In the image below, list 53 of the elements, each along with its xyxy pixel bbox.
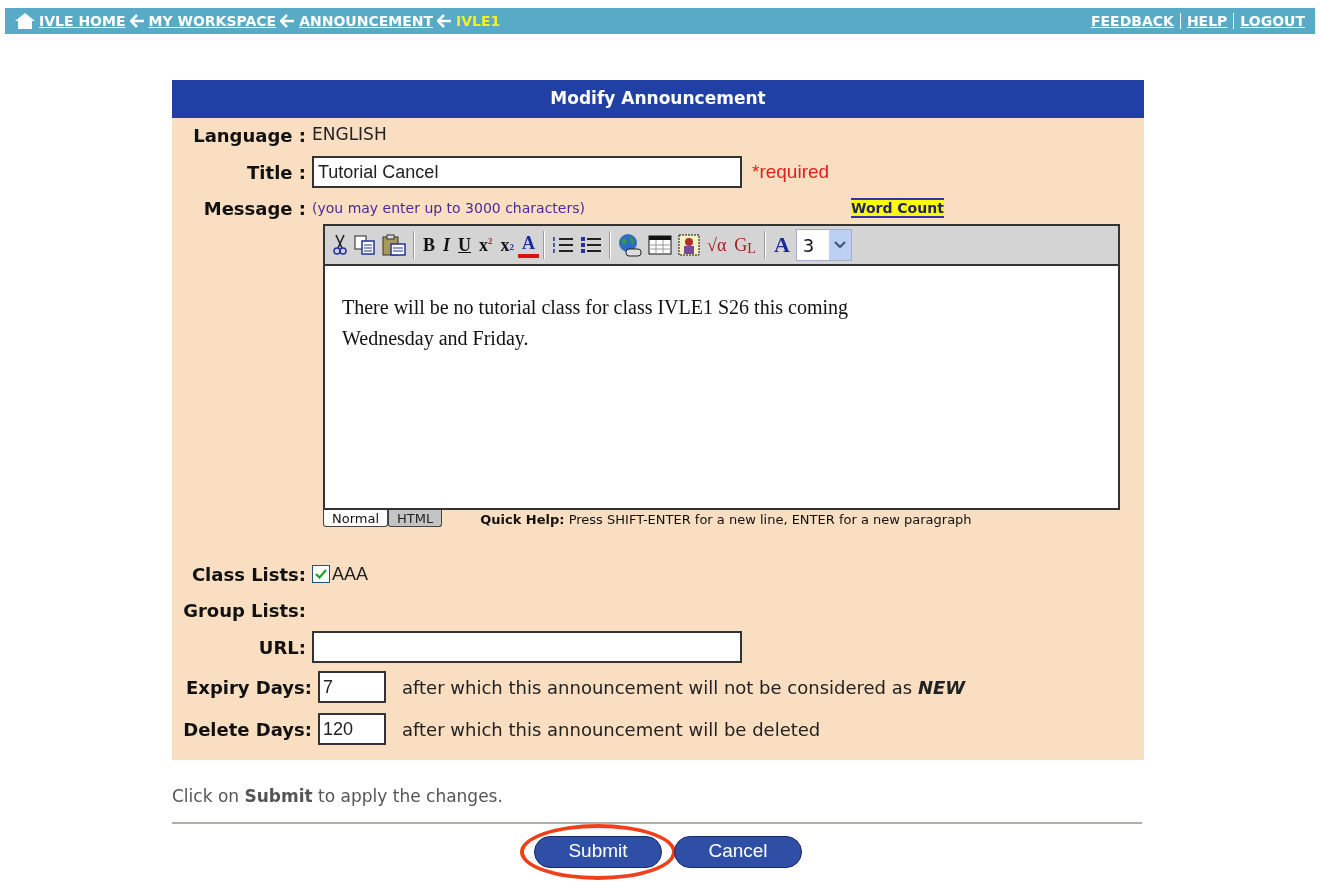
instruction-text: Click on Submit to apply the changes. bbox=[172, 785, 504, 808]
days-field[interactable]: 120 bbox=[318, 713, 386, 745]
field-label: Message : bbox=[203, 196, 306, 221]
home-icon bbox=[15, 13, 35, 29]
field-label: Title : bbox=[247, 160, 306, 185]
image-icon[interactable] bbox=[678, 234, 701, 256]
current-page-label: IVLE1 bbox=[456, 11, 501, 31]
field-label: URL: bbox=[258, 635, 306, 660]
chevron-down-icon bbox=[833, 241, 846, 249]
toolbar-button[interactable]: √α bbox=[703, 232, 731, 258]
toolbar-button[interactable]: I bbox=[439, 232, 455, 258]
word-count-link[interactable]: Word Count bbox=[851, 198, 944, 218]
table-icon[interactable] bbox=[648, 235, 673, 255]
toolbar-button[interactable]: G$_{L}$ bbox=[730, 232, 760, 258]
copy-icon[interactable] bbox=[354, 235, 376, 255]
globe-link-icon[interactable] bbox=[618, 233, 643, 257]
checkbox-label: AAA bbox=[332, 562, 369, 586]
cancel-button[interactable]: Cancel bbox=[674, 835, 802, 868]
field-label: Expiry Days: bbox=[185, 675, 312, 700]
editor-area[interactable]: There will be no tutorial class for class IVLE1 S26 this coming Wednesday and Friday. bbox=[323, 266, 1120, 510]
submit-button[interactable]: Submit bbox=[534, 835, 662, 868]
title-field[interactable]: Tutorial Cancel bbox=[312, 156, 742, 188]
message-text: There will be no tutorial class for class IVLE1 S26 this coming Wednesday and Friday. bbox=[342, 295, 849, 352]
days-note: after which this announcement will not be considered as NEW bbox=[402, 675, 966, 700]
required-note: *required bbox=[752, 159, 830, 184]
toolbar-button[interactable]: A bbox=[518, 232, 540, 258]
bullet-list-icon[interactable] bbox=[580, 235, 603, 255]
font-size-select[interactable]: 3 bbox=[795, 229, 852, 261]
editor-mode-tab[interactable]: Normal bbox=[323, 510, 389, 527]
form-title: Modify Announcement bbox=[550, 87, 766, 111]
back-arrow-icon bbox=[129, 14, 145, 28]
field-label: Delete Days: bbox=[183, 717, 312, 742]
editor-mode-tab[interactable]: HTML bbox=[388, 510, 443, 527]
field-label: Class Lists: bbox=[191, 562, 306, 587]
field-label: Group Lists: bbox=[183, 598, 306, 623]
scissors-icon[interactable] bbox=[332, 234, 348, 256]
url-field[interactable] bbox=[312, 631, 742, 663]
language-value: ENGLISH bbox=[312, 123, 387, 147]
back-arrow-icon bbox=[437, 14, 453, 28]
toolbar-button[interactable]: B bbox=[419, 232, 439, 258]
paste-icon[interactable] bbox=[382, 234, 406, 256]
quick-help-text: Quick Help: Press SHIFT-ENTER for a new line, ENTER for a new paragraph bbox=[480, 511, 972, 529]
field-label: Language : bbox=[193, 123, 306, 148]
checkbox[interactable] bbox=[312, 565, 330, 583]
message-hint: (you may enter up to 3000 characters) bbox=[312, 198, 585, 218]
days-note: after which this announcement will be deleted bbox=[402, 717, 821, 742]
days-field[interactable]: 7 bbox=[318, 671, 386, 703]
back-arrow-icon bbox=[280, 14, 296, 28]
toolbar-button[interactable]: x$^{2}$ bbox=[475, 232, 497, 258]
numbered-list-icon[interactable] bbox=[552, 235, 575, 255]
toolbar-button[interactable]: U bbox=[454, 232, 476, 258]
toolbar-button[interactable]: A bbox=[769, 232, 794, 258]
check-icon bbox=[315, 569, 327, 579]
